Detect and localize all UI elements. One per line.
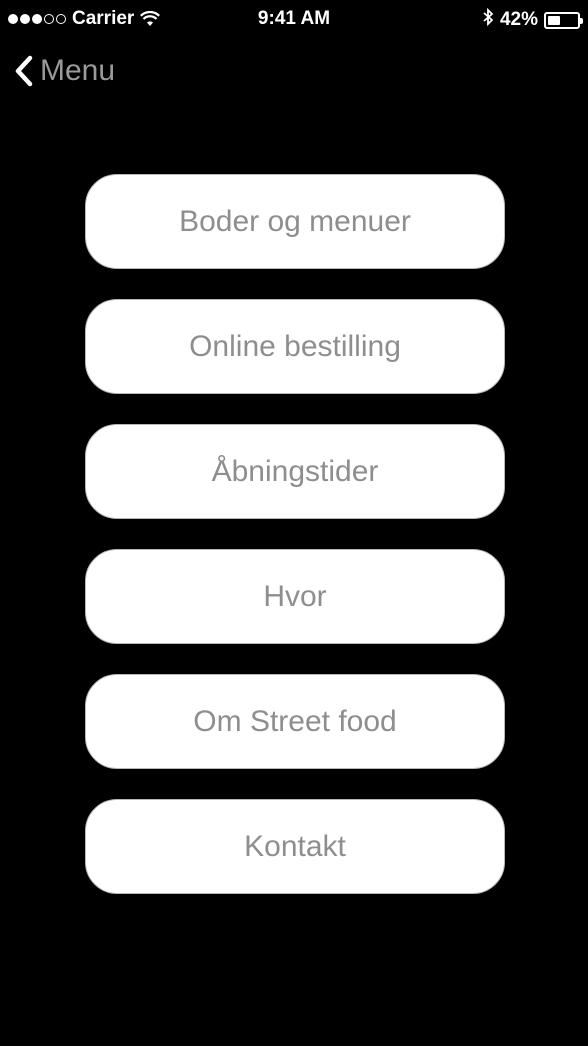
battery-nub [580,17,583,24]
menu-button-om-street-food[interactable]: Om Street food [85,674,505,769]
back-button[interactable]: Menu [14,54,115,88]
status-right: 42% [482,7,583,32]
menu-button-hvor[interactable]: Hvor [85,549,505,644]
menu-button-abningstider[interactable]: Åbningstider [85,424,505,519]
bluetooth-icon [482,7,494,32]
battery-fill [548,15,560,25]
menu-button-online-bestilling[interactable]: Online bestilling [85,299,505,394]
status-bar: Carrier 9:41 AM 42% [0,0,588,38]
back-button-label: Menu [40,54,116,87]
battery-percent: 42% [499,9,538,30]
menu-button-kontakt[interactable]: Kontakt [85,799,505,894]
main-menu: Boder og menuer Online bestilling Åbning… [85,174,505,894]
battery-icon [544,11,583,29]
chevron-left-icon [14,55,34,87]
menu-button-boder-og-menuer[interactable]: Boder og menuer [85,174,505,269]
